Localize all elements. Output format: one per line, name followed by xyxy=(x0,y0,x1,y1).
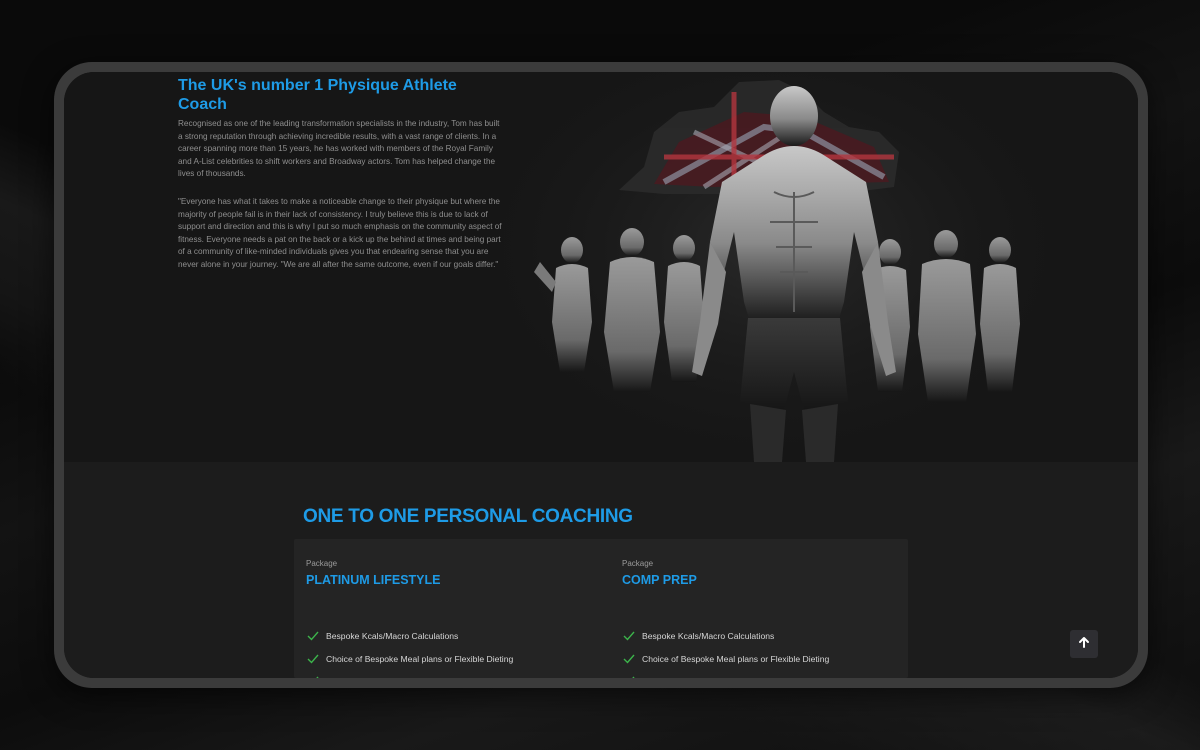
package-kicker: Package xyxy=(622,559,654,568)
feature-text: Choice of Bespoke Meal plans or Flexible… xyxy=(642,654,830,664)
package-feature: Choice of Bespoke Meal plans or Flexible… xyxy=(622,652,829,666)
coaching-section-title: ONE TO ONE PERSONAL COACHING xyxy=(303,506,633,527)
check-icon xyxy=(306,652,320,666)
hero-paragraph-quote: "Everyone has what it takes to make a no… xyxy=(178,197,502,269)
tablet-screen: The UK's number 1 Physique Athlete Coach… xyxy=(64,72,1138,678)
packages-panel: Package PLATINUM LIFESTYLE Bespoke Kcals… xyxy=(294,539,908,678)
package-feature: Bespoke Kcals/Macro Calculations xyxy=(622,629,774,643)
scroll-to-top-button[interactable] xyxy=(1070,630,1098,658)
group-right xyxy=(870,230,1020,402)
check-icon xyxy=(622,629,636,643)
package-feature-partial xyxy=(306,674,326,678)
package-feature-partial xyxy=(622,674,642,678)
check-icon xyxy=(622,674,636,678)
check-icon xyxy=(622,652,636,666)
feature-text: Bespoke Kcals/Macro Calculations xyxy=(326,631,459,641)
feature-text: Bespoke Kcals/Macro Calculations xyxy=(642,631,775,641)
hero-title: The UK's number 1 Physique Athlete Coach xyxy=(178,77,457,113)
package-feature: Bespoke Kcals/Macro Calculations xyxy=(306,629,458,643)
hero-paragraph-intro: Recognised as one of the leading transfo… xyxy=(178,119,500,179)
arrow-up-icon xyxy=(1078,635,1090,653)
tablet-frame: The UK's number 1 Physique Athlete Coach… xyxy=(54,62,1148,688)
package-name: PLATINUM LIFESTYLE xyxy=(306,573,441,587)
hero-section: The UK's number 1 Physique Athlete Coach… xyxy=(64,72,1138,462)
check-icon xyxy=(306,674,320,678)
feature-text: Choice of Bespoke Meal plans or Flexible… xyxy=(326,654,514,664)
check-icon xyxy=(306,629,320,643)
package-feature: Choice of Bespoke Meal plans or Flexible… xyxy=(306,652,513,666)
hero-athletes-image xyxy=(504,72,1044,462)
package-kicker: Package xyxy=(306,559,338,568)
package-name: COMP PREP xyxy=(622,573,697,587)
